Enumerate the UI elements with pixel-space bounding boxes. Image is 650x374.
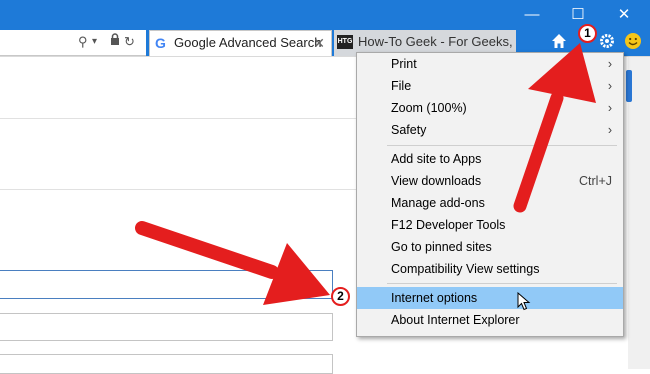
annotation-arrows bbox=[135, 43, 596, 305]
annotation-badge-2: 2 bbox=[331, 287, 350, 306]
annotation-arrow-1 bbox=[513, 91, 564, 213]
mouse-cursor-icon bbox=[517, 292, 531, 311]
annotation-badge-1: 1 bbox=[578, 24, 597, 43]
annotation-arrowhead-1 bbox=[528, 43, 596, 103]
annotation-arrow-2 bbox=[135, 221, 279, 279]
